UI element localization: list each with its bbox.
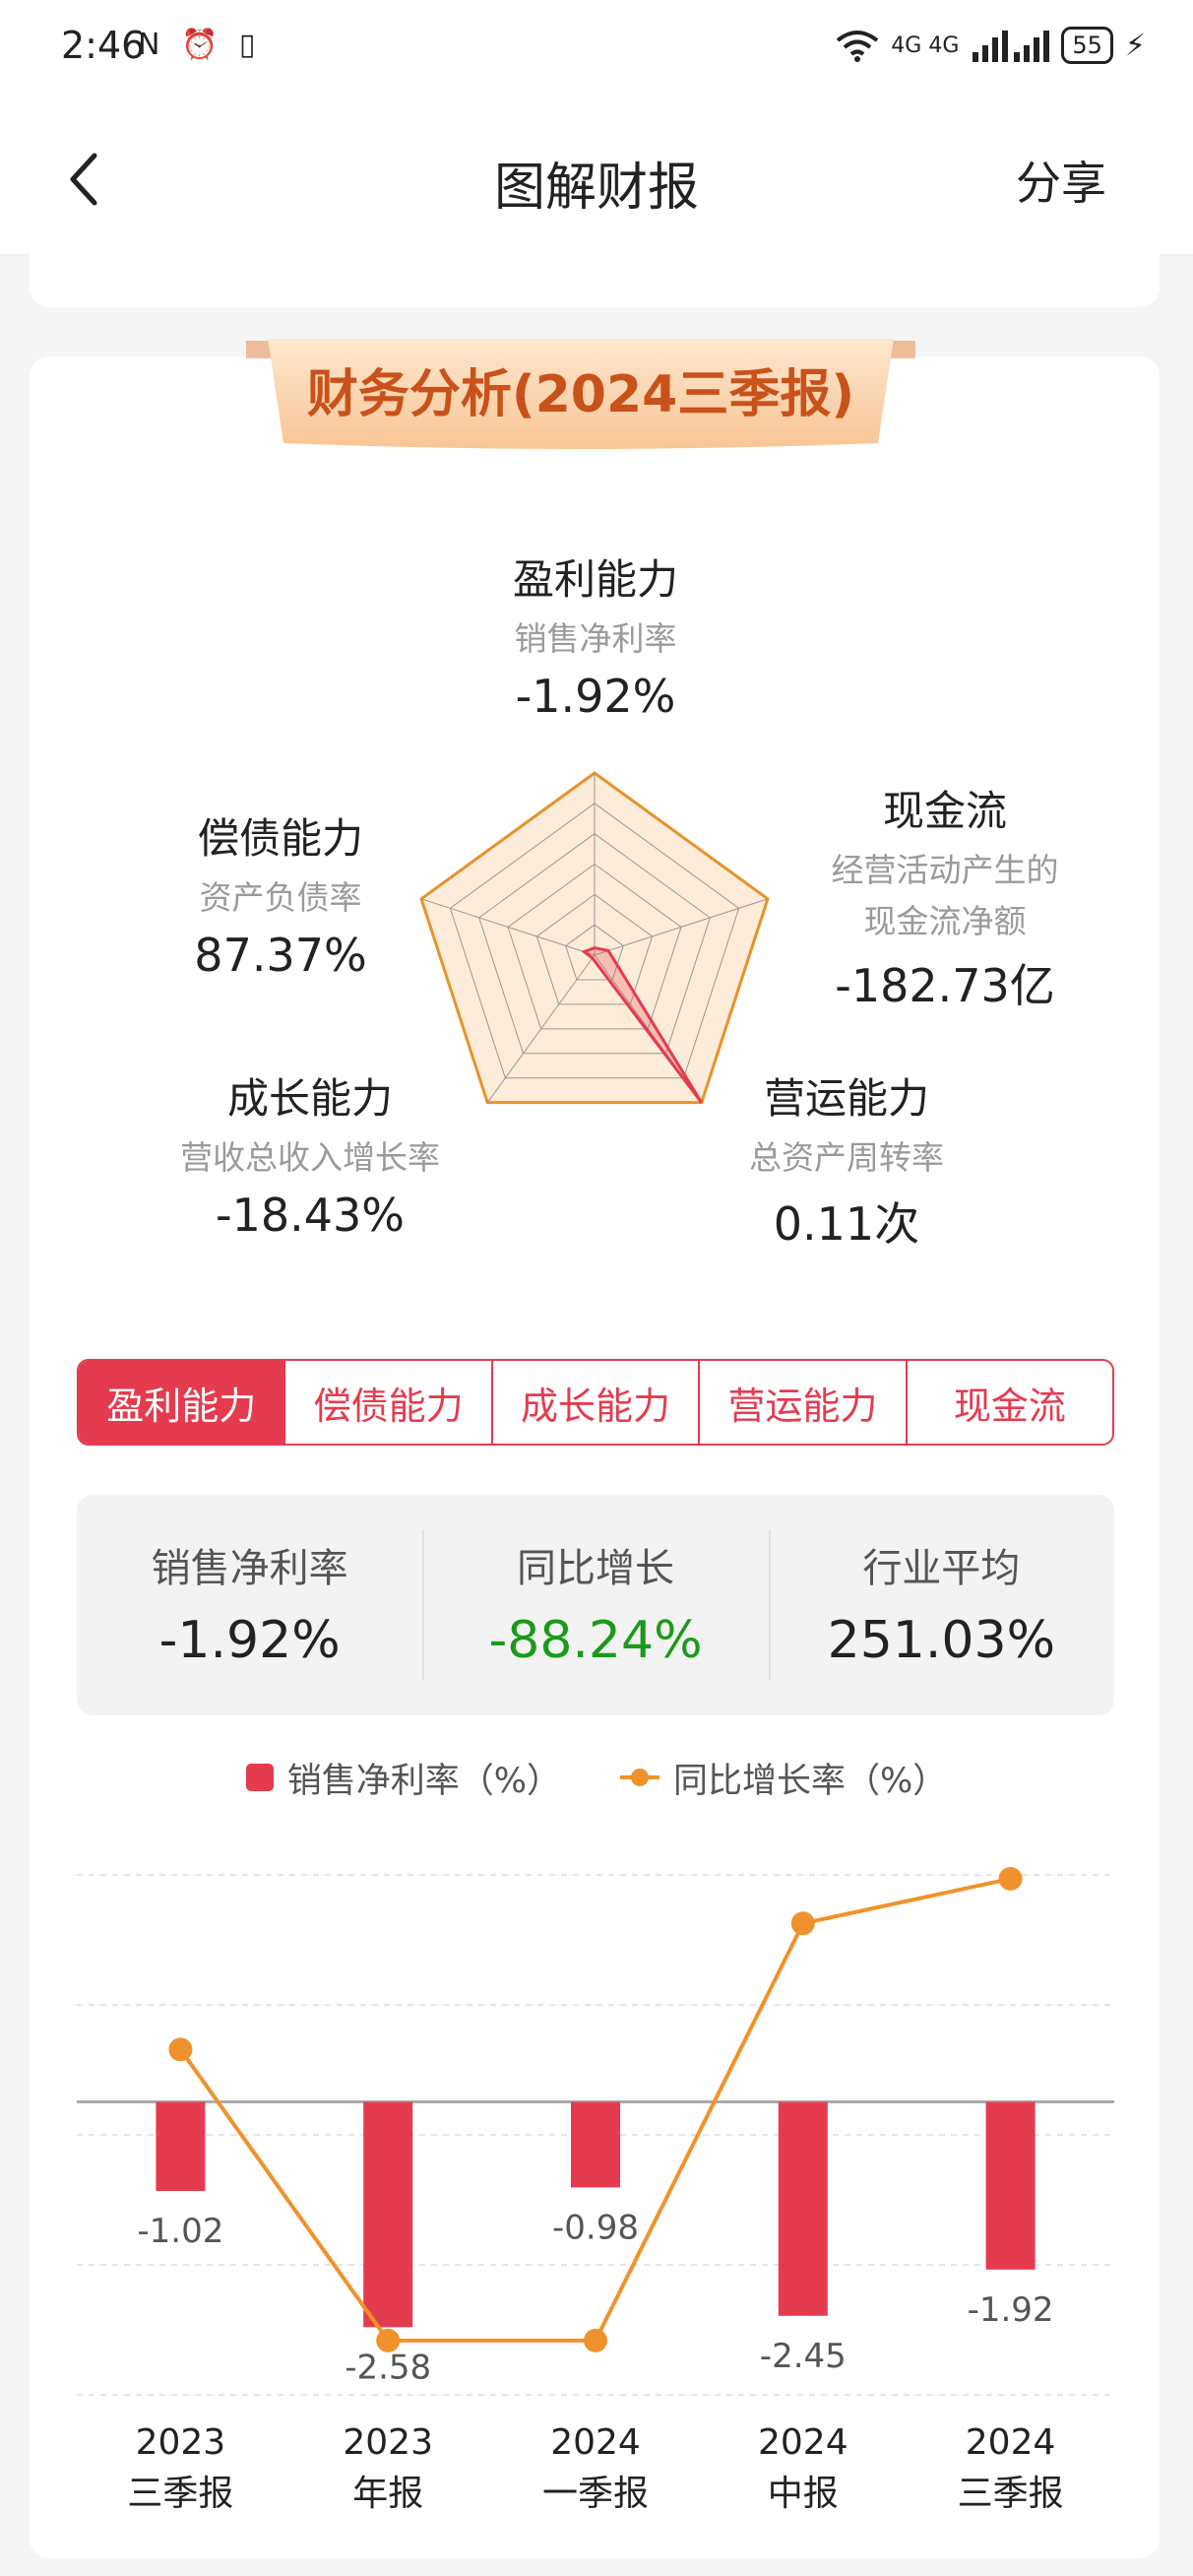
legend-bar-swatch (245, 1764, 274, 1791)
status-time: 2:46 (61, 24, 146, 67)
x-tick-label-sub: 三季报 (127, 2474, 233, 2514)
metric-summary: 销售净利率 -1.92% 同比增长 -88.24% 行业平均 251.03% (77, 1495, 1114, 1715)
network-label: 4G 4G (891, 32, 960, 58)
radar-dim-value: -1.92% (515, 670, 676, 723)
radar-dim-metric-line2: 现金流净额 (863, 902, 1027, 940)
status-bar: 2:46 N ⏰ ▯ 4G 4G 55 ⚡ (0, 0, 1193, 98)
legend-label: 同比增长率（%） (673, 1761, 948, 1801)
x-tick-label-sub: 年报 (352, 2474, 423, 2514)
page-title: 图解财报 (493, 159, 699, 218)
previous-card-edge (30, 254, 1160, 307)
x-tick-label: 2023 (136, 2422, 226, 2463)
charging-icon: ⚡ (1124, 28, 1146, 63)
radar-label-profitability: 盈利能力 销售净利率 -1.92% (394, 547, 797, 723)
x-tick-label: 2024 (966, 2422, 1056, 2463)
summary-value: -88.24% (488, 1611, 703, 1670)
chart-legend: 销售净利率（%） 同比增长率（%） (0, 1753, 1193, 1802)
section-title: 财务分析(2024三季报) (306, 365, 855, 424)
bar-net-margin[interactable] (985, 2101, 1036, 2270)
radar-label-solvency: 偿债能力 资产负债率 87.37% (148, 805, 413, 982)
bar-data-label: -0.98 (552, 2208, 639, 2247)
summary-industry-avg: 行业平均 251.03% (768, 1495, 1114, 1715)
tab-solvency[interactable]: 偿债能力 (285, 1361, 493, 1444)
line-point-yoy[interactable] (584, 2328, 607, 2352)
radar-dim-value: 87.37% (194, 929, 367, 982)
radar-dim-title: 现金流 (882, 787, 1007, 835)
summary-value: -1.92% (158, 1611, 341, 1670)
summary-value: 251.03% (827, 1611, 1055, 1670)
signal-icon (973, 31, 1050, 62)
x-tick-label: 2023 (343, 2422, 433, 2463)
legend-item-bar[interactable]: 销售净利率（%） (245, 1753, 561, 1802)
x-tick-label: 2024 (550, 2422, 641, 2463)
summary-label: 行业平均 (862, 1546, 1021, 1591)
radar-dim-metric: 经营活动产生的 (831, 851, 1059, 889)
tab-growth[interactable]: 成长能力 (493, 1361, 701, 1444)
tab-operation[interactable]: 营运能力 (700, 1361, 908, 1444)
combo-chart: -1.02 -2.58 -0.98 -2.45 -1.92 2023 三季报 2023 年报 20… (77, 1866, 1114, 2514)
line-point-yoy[interactable] (376, 2328, 401, 2352)
line-point-yoy[interactable] (168, 2037, 193, 2062)
legend-item-line[interactable]: 同比增长率（%） (620, 1753, 947, 1802)
line-point-yoy[interactable] (998, 1866, 1023, 1891)
bar-data-label: -2.45 (760, 2337, 847, 2376)
status-notification-icons: N ⏰ ▯ (138, 28, 262, 62)
summary-label: 同比增长 (516, 1546, 674, 1591)
radar-dim-metric: 销售净利率 (514, 619, 677, 658)
bar-net-margin[interactable] (363, 2101, 413, 2328)
radar-chart (419, 771, 770, 1105)
bar-net-margin[interactable] (571, 2101, 620, 2188)
tab-profitability[interactable]: 盈利能力 (79, 1361, 286, 1444)
bar-data-label: -1.02 (137, 2212, 223, 2251)
radar-dim-value: -182.73亿 (835, 959, 1055, 1012)
radar-dim-metric: 资产负债率 (199, 878, 362, 917)
x-tick-label-sub: 中报 (768, 2474, 839, 2514)
summary-yoy: 同比增长 -88.24% (422, 1495, 768, 1715)
share-button[interactable]: 分享 (1016, 148, 1106, 213)
bar-data-label: -1.92 (968, 2290, 1054, 2330)
tab-cashflow[interactable]: 现金流 (908, 1361, 1112, 1444)
legend-line-swatch (620, 1769, 659, 1786)
legend-label: 销售净利率（%） (286, 1761, 561, 1801)
battery-icon: 55 (1061, 27, 1113, 64)
summary-net-margin: 销售净利率 -1.92% (77, 1495, 422, 1715)
x-tick-label-sub: 一季报 (542, 2474, 649, 2514)
nav-header: 图解财报 分享 (0, 98, 1193, 255)
metric-tabs: 盈利能力 偿债能力 成长能力 营运能力 现金流 (77, 1359, 1114, 1446)
radar-dim-title: 盈利能力 (512, 555, 678, 604)
wifi-icon (837, 31, 879, 62)
bar-net-margin[interactable] (778, 2101, 828, 2316)
radar-dim-value: -18.43% (216, 1189, 405, 1242)
x-tick-label: 2024 (758, 2422, 848, 2463)
x-tick-label-sub: 三季报 (958, 2474, 1064, 2514)
summary-label: 销售净利率 (151, 1546, 348, 1591)
radar-dim-title: 偿债能力 (197, 814, 363, 863)
line-point-yoy[interactable] (790, 1911, 815, 1936)
status-right-icons: 4G 4G 55 ⚡ (836, 26, 1146, 65)
radar-dim-value: 0.11次 (773, 1197, 920, 1251)
bar-net-margin[interactable] (156, 2101, 206, 2191)
bar-data-label: -2.58 (345, 2348, 431, 2387)
radar-label-cashflow: 现金流 经营活动产生的 现金流净额 -182.73亿 (797, 778, 1093, 1015)
